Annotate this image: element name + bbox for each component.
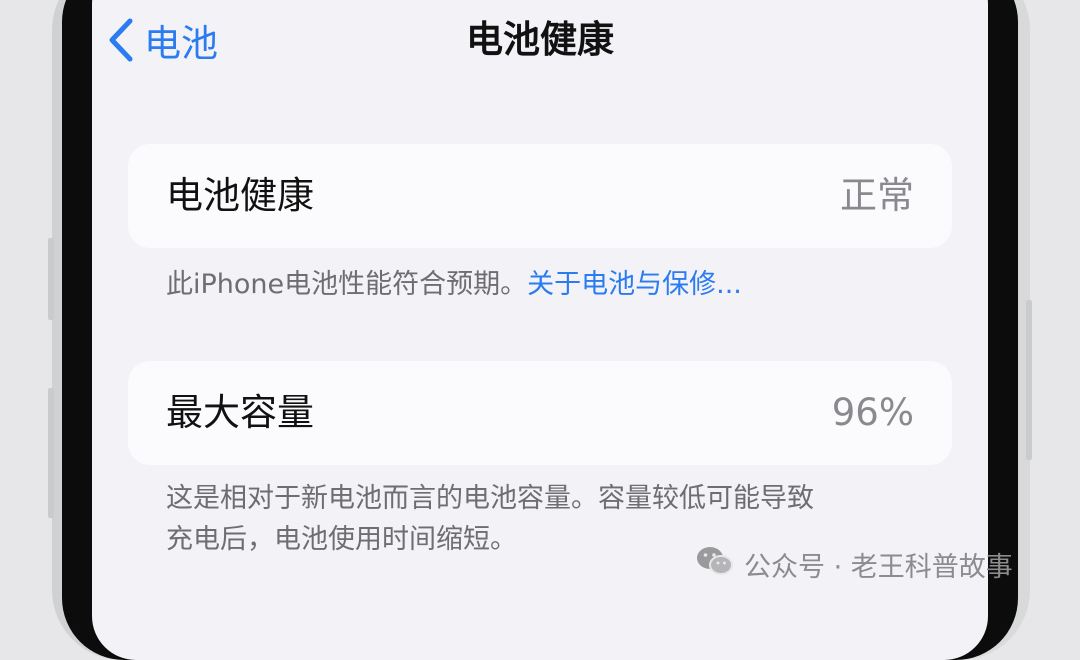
battery-health-footnote: 此iPhone电池性能符合预期。关于电池与保修... xyxy=(166,264,926,305)
footnote-line: 这是相对于新电池而言的电池容量。容量较低可能导致 xyxy=(166,483,814,514)
battery-warranty-link[interactable]: 关于电池与保修... xyxy=(527,269,742,300)
watermark-text: 公众号 · 老王科普故事 xyxy=(744,551,1013,583)
watermark: 公众号 · 老王科普故事 xyxy=(696,545,1013,584)
maximum-capacity-row: 最大容量 96% xyxy=(128,361,952,465)
side-button xyxy=(48,238,54,320)
page-title: 电池健康 xyxy=(466,18,614,61)
side-button xyxy=(1026,300,1032,460)
battery-health-label: 电池健康 xyxy=(166,174,314,217)
footnote-text: 此iPhone电池性能符合预期。 xyxy=(166,269,528,300)
battery-health-value: 正常 xyxy=(840,174,914,217)
maximum-capacity-label: 最大容量 xyxy=(166,391,314,434)
maximum-capacity-value: 96% xyxy=(831,391,914,434)
battery-health-row: 电池健康 正常 xyxy=(128,144,952,248)
wechat-icon xyxy=(696,545,744,584)
navigation-bar: 电池 电池健康 xyxy=(92,0,988,80)
side-button xyxy=(48,388,54,518)
